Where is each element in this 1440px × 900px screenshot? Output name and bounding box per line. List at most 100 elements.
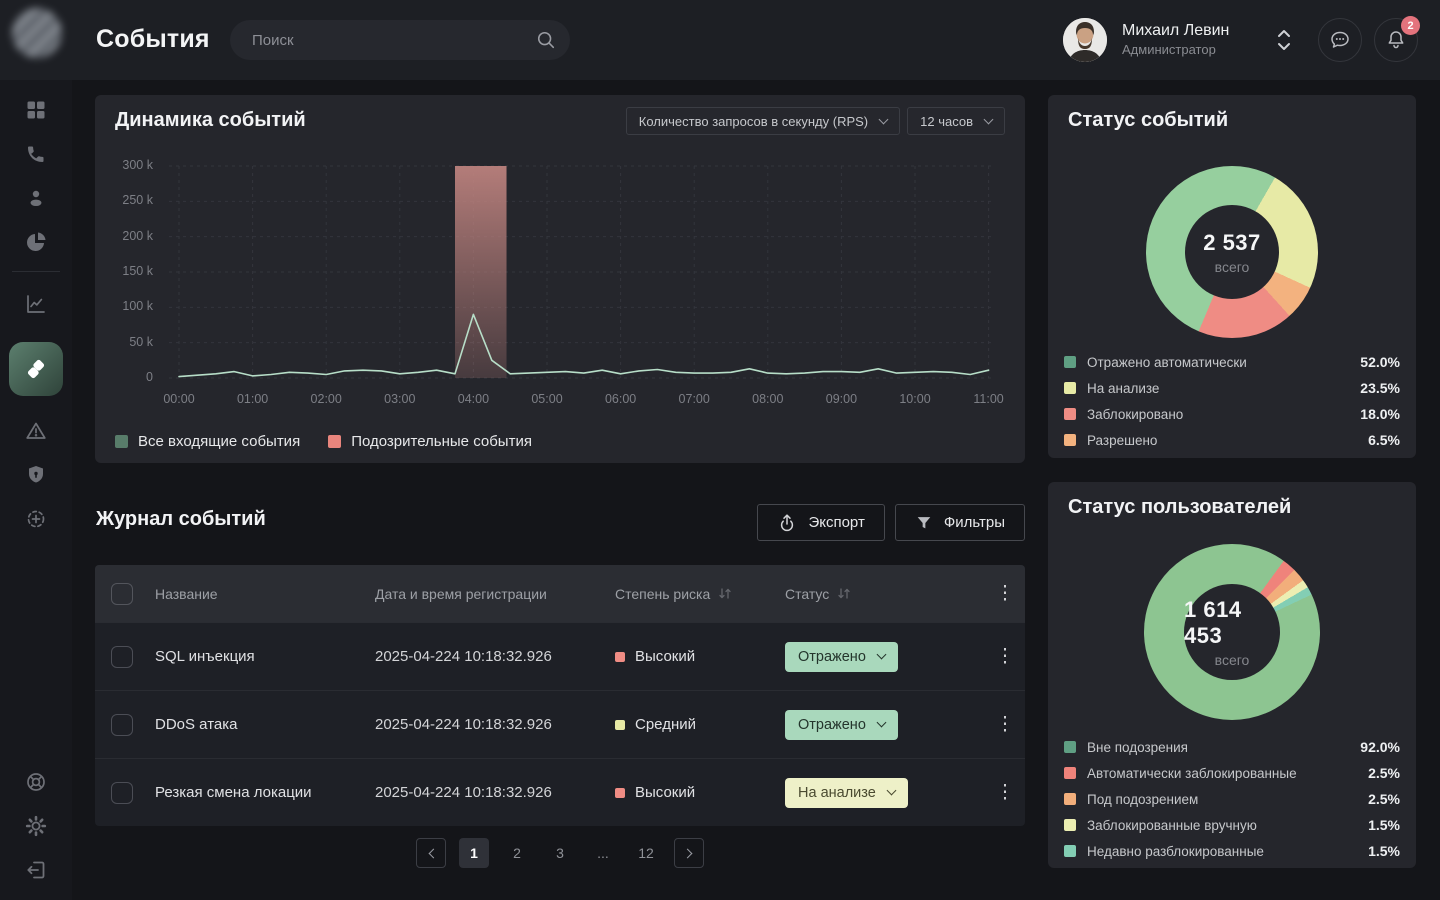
status-dropdown[interactable]: На анализе xyxy=(785,778,908,808)
events-status-legend: Отражено автоматически52.0%На анализе23.… xyxy=(1064,349,1400,453)
logout-icon xyxy=(24,858,48,882)
export-icon xyxy=(777,513,797,533)
chevron-up-down-icon[interactable] xyxy=(1273,26,1295,54)
status-dropdown[interactable]: Отражено xyxy=(785,710,898,740)
sidebar-item-dashboard[interactable] xyxy=(24,98,48,122)
row-menu-button[interactable]: ⋮ xyxy=(996,715,1015,734)
column-header-status: Статус xyxy=(785,586,985,602)
chevron-down-icon xyxy=(886,786,896,796)
pagination-next-button[interactable] xyxy=(674,838,704,868)
status-legend-item: Недавно разблокированные1.5% xyxy=(1064,838,1400,864)
y-axis-tick: 100 k xyxy=(101,299,153,313)
warning-triangle-icon xyxy=(24,419,48,443)
user-name: Михаил Левин xyxy=(1122,22,1229,40)
sidebar-item-incidents[interactable] xyxy=(24,419,48,443)
chevron-down-icon xyxy=(876,718,886,728)
user-profile-menu[interactable]: Михаил Левин Администратор xyxy=(1058,14,1298,66)
pagination-page-12[interactable]: 12 xyxy=(631,838,661,868)
legend-color-swatch xyxy=(1064,819,1076,831)
status-legend-item: Вне подозрения92.0% xyxy=(1064,734,1400,760)
chart-legend-item: Подозрительные события xyxy=(328,433,532,450)
chart-controls: Количество запросов в секунду (RPS) 12 ч… xyxy=(626,107,1005,135)
phone-icon xyxy=(24,142,48,166)
legend-value: 2.5% xyxy=(1368,791,1400,807)
y-axis-tick: 50 k xyxy=(101,335,153,349)
legend-value: 92.0% xyxy=(1360,739,1400,755)
status-dropdown[interactable]: Отражено xyxy=(785,642,898,672)
pagination-page-2[interactable]: 2 xyxy=(502,838,532,868)
sidebar-item-calls[interactable] xyxy=(24,142,48,166)
table-body: SQL инъекция2025-04-224 10:18:32.926Высо… xyxy=(95,622,1025,826)
sidebar-item-clients[interactable] xyxy=(24,186,48,210)
status-legend-item: Заблокированные вручную1.5% xyxy=(1064,812,1400,838)
row-menu-button[interactable]: ⋮ xyxy=(996,783,1015,802)
sort-icon[interactable] xyxy=(837,587,851,600)
legend-value: 23.5% xyxy=(1360,380,1400,396)
sidebar-item-pie-stats[interactable] xyxy=(24,230,48,254)
filter-icon xyxy=(915,514,933,532)
pagination-prev-button[interactable] xyxy=(416,838,446,868)
notifications-button[interactable]: 2 xyxy=(1374,18,1418,62)
select-all-checkbox[interactable] xyxy=(111,583,133,605)
export-button[interactable]: Экспорт xyxy=(757,504,884,541)
events-status-card: Статус событий 2 537 всего Отражено авто… xyxy=(1048,95,1416,458)
sidebar-item-analytics[interactable] xyxy=(24,292,48,316)
events-line-chart xyxy=(163,158,1001,386)
legend-label: Недавно разблокированные xyxy=(1087,844,1368,859)
risk-color-swatch xyxy=(615,788,625,798)
period-select[interactable]: 12 часов xyxy=(907,107,1005,135)
pagination-ellipsis: ... xyxy=(588,838,618,868)
search-input[interactable] xyxy=(230,20,570,60)
legend-color-swatch xyxy=(1064,845,1076,857)
app-frame: События Михаил Левин Администратор xyxy=(0,0,1440,900)
sidebar-item-network[interactable] xyxy=(24,507,48,531)
search-box xyxy=(230,20,570,60)
metric-select[interactable]: Количество запросов в секунду (RPS) xyxy=(626,107,900,135)
events-chart-title: Динамика событий xyxy=(115,109,306,132)
users-status-card: Статус пользователей 1 614 453 всего Вне… xyxy=(1048,482,1416,868)
event-name: SQL инъекция xyxy=(155,648,375,665)
pagination-page-1[interactable]: 1 xyxy=(459,838,489,868)
sort-icon[interactable] xyxy=(718,587,732,600)
gear-icon xyxy=(24,814,48,838)
legend-label: Под подозрением xyxy=(1087,792,1368,807)
x-axis-tick: 00:00 xyxy=(149,392,209,406)
filters-button[interactable]: Фильтры xyxy=(895,504,1025,541)
row-checkbox[interactable] xyxy=(111,714,133,736)
pagination-page-3[interactable]: 3 xyxy=(545,838,575,868)
y-axis-tick: 200 k xyxy=(101,229,153,243)
legend-label: Разрешено xyxy=(1087,433,1368,448)
status-legend-item: На анализе23.5% xyxy=(1064,375,1400,401)
x-axis-tick: 06:00 xyxy=(591,392,651,406)
row-checkbox[interactable] xyxy=(111,782,133,804)
globe-network-icon xyxy=(24,507,48,531)
notification-badge: 2 xyxy=(1401,16,1420,35)
y-axis-tick: 300 k xyxy=(101,158,153,172)
status-legend-item: Разрешено6.5% xyxy=(1064,427,1400,453)
sidebar-item-logout[interactable] xyxy=(24,858,48,882)
messages-button[interactable] xyxy=(1318,18,1362,62)
sidebar-item-events-active[interactable] xyxy=(9,342,63,396)
app-logo[interactable] xyxy=(12,8,62,58)
table-menu-button[interactable]: ⋮ xyxy=(996,584,1015,603)
chart-legend: Все входящие событияПодозрительные событ… xyxy=(115,433,532,450)
row-checkbox[interactable] xyxy=(111,646,133,668)
event-risk: Высокий xyxy=(615,784,785,801)
chevron-down-icon xyxy=(879,114,889,124)
legend-color-swatch xyxy=(1064,434,1076,446)
users-status-title: Статус пользователей xyxy=(1068,496,1291,519)
user-role: Администратор xyxy=(1122,42,1216,57)
users-total: 1 614 453 xyxy=(1184,597,1280,649)
status-legend-item: Автоматически заблокированные2.5% xyxy=(1064,760,1400,786)
table-row: DDoS атака2025-04-224 10:18:32.926Средни… xyxy=(95,690,1025,758)
status-legend-item: Заблокировано18.0% xyxy=(1064,401,1400,427)
sidebar-item-security[interactable] xyxy=(24,463,48,487)
row-menu-button[interactable]: ⋮ xyxy=(996,647,1015,666)
sidebar-item-support[interactable] xyxy=(24,770,48,794)
topbar: События Михаил Левин Администратор xyxy=(0,0,1440,80)
sidebar-item-settings[interactable] xyxy=(24,814,48,838)
event-date: 2025-04-224 10:18:32.926 xyxy=(375,784,615,801)
search-icon[interactable] xyxy=(536,30,556,50)
events-status-title: Статус событий xyxy=(1068,109,1228,132)
event-date: 2025-04-224 10:18:32.926 xyxy=(375,648,615,665)
